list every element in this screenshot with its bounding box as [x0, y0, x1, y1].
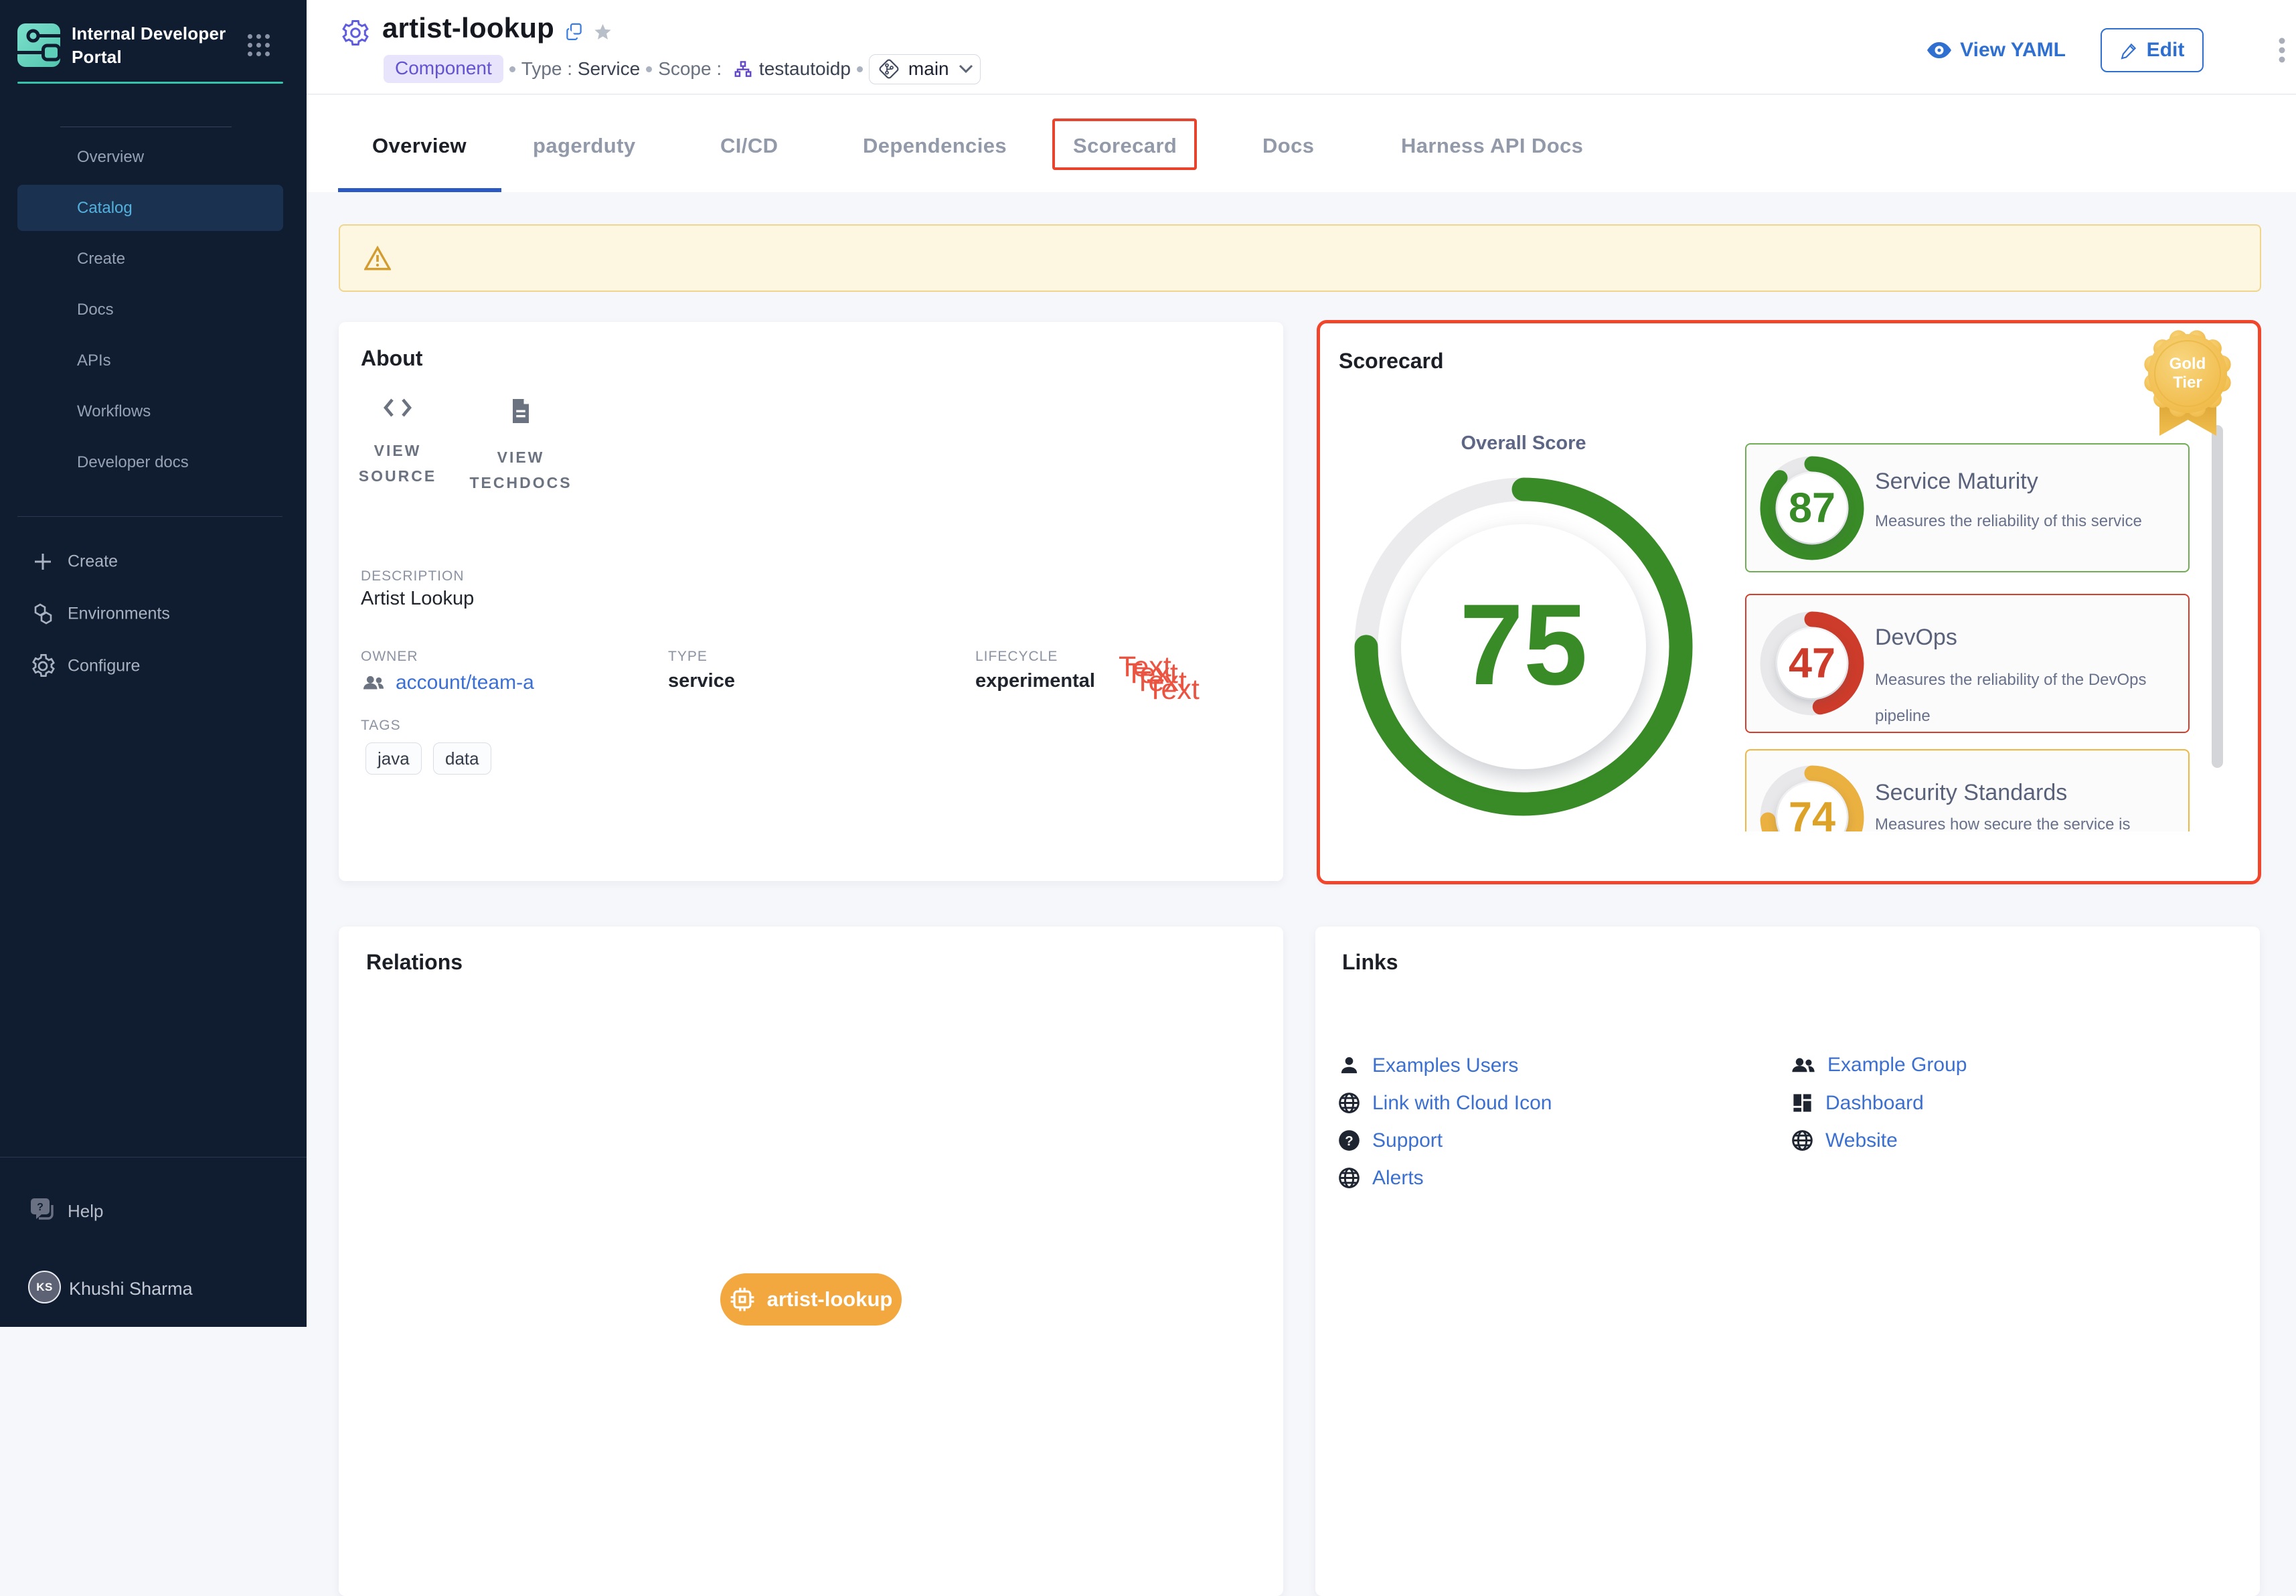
- svg-text:?: ?: [37, 1202, 44, 1213]
- svg-text:Gold: Gold: [2169, 355, 2206, 373]
- svg-text:?: ?: [1345, 1134, 1353, 1149]
- svg-text:Tier: Tier: [2173, 374, 2202, 392]
